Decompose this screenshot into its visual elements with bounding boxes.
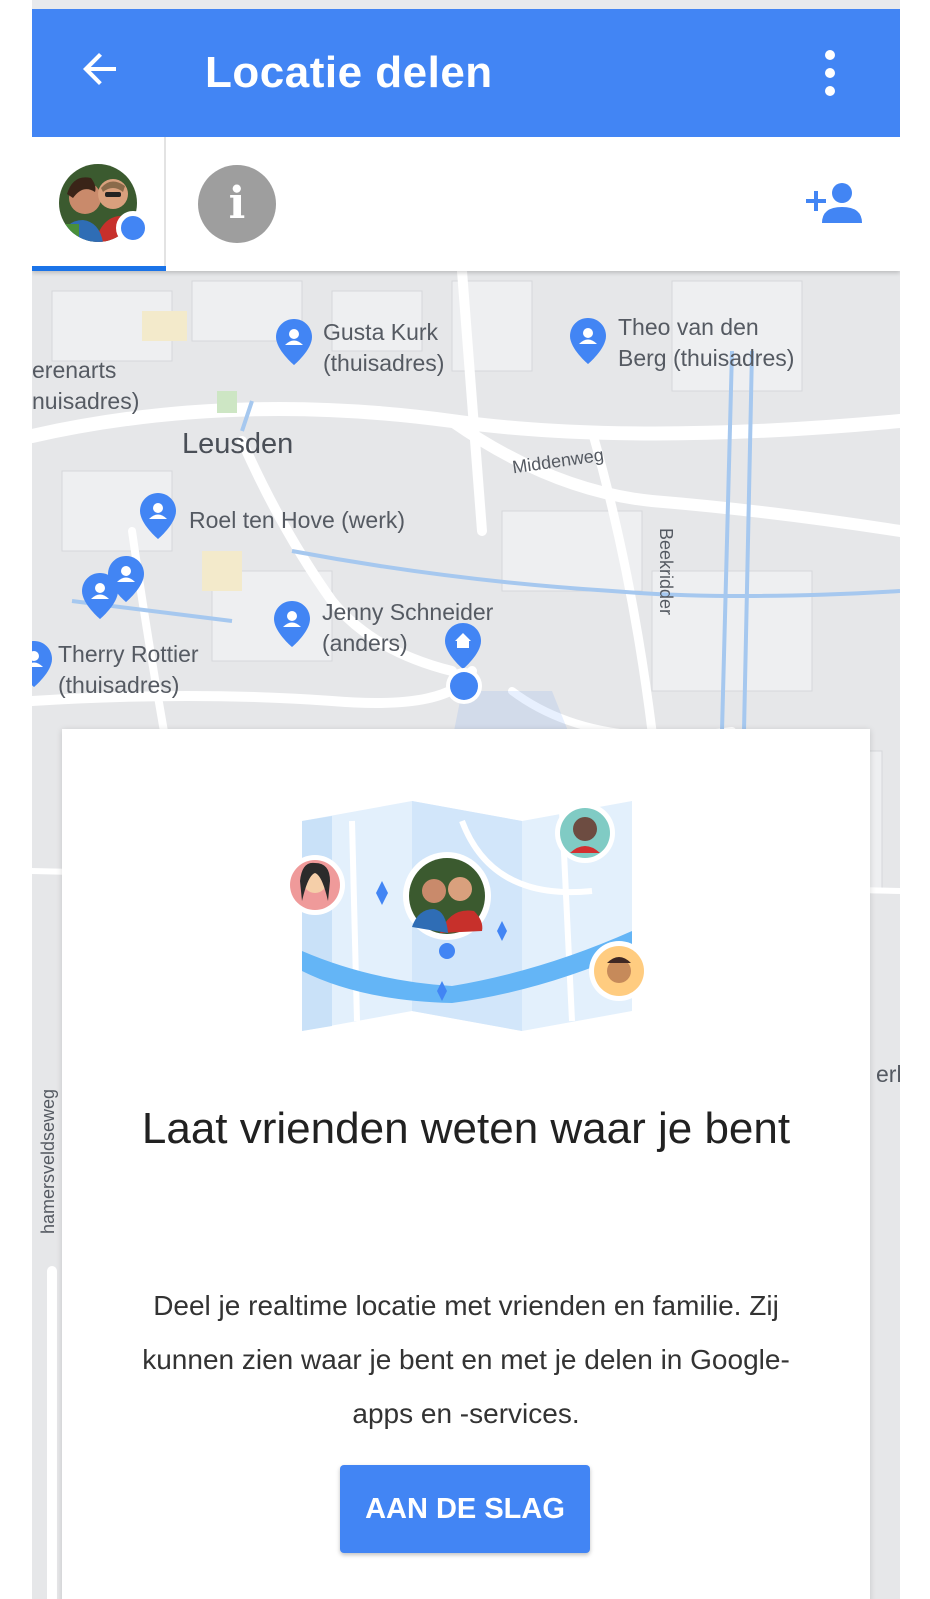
map-pin-icon[interactable]	[570, 318, 606, 364]
map-pin-icon[interactable]	[276, 319, 312, 365]
people-tab-bar: i	[32, 137, 900, 271]
sharing-map-illustration	[285, 801, 649, 1031]
road-label-west: hamersveldseweg	[38, 1088, 59, 1235]
phone-screen: Locatie delen i Gusta Kurk (thuisadres) …	[32, 0, 900, 1599]
my-location-dot[interactable]	[444, 666, 484, 706]
page-title: Locatie delen	[205, 48, 493, 97]
location-dot-badge	[116, 211, 150, 245]
map-pin-icon[interactable]	[82, 573, 118, 619]
tab-indicator	[32, 266, 166, 271]
tab-my-location[interactable]	[32, 137, 166, 271]
road-label-edge: erl	[876, 1061, 900, 1087]
location-sharing-intro-card: Laat vrienden weten waar je bent Deel je…	[62, 729, 870, 1599]
place-label-therry-rottier: Therry Rottier (thuisadres)	[58, 641, 199, 698]
place-label-theo-van-den-berg: Theo van den Berg (thuisadres)	[618, 314, 795, 371]
card-body: Deel je realtime locatie met vrienden en…	[142, 1290, 790, 1429]
place-label-gusta-kurk: Gusta Kurk (thuisadres)	[323, 319, 445, 376]
map-pin-icon[interactable]	[140, 493, 176, 539]
place-label-jenny-schneider: Jenny Schneider (anders)	[322, 599, 494, 656]
map-pin-icon[interactable]	[32, 641, 52, 687]
get-started-button[interactable]: AAN DE SLAG	[340, 1465, 590, 1553]
place-label-partial: erenarts nuisadres)	[32, 357, 140, 414]
app-bar: Locatie delen	[32, 9, 900, 137]
place-label-roel-ten-hove: Roel ten Hove (werk)	[189, 507, 406, 533]
person-add-icon[interactable]	[802, 179, 862, 227]
card-title: Laat vrienden weten waar je bent	[141, 1104, 791, 1153]
road-label-beekridder: Beekridder	[656, 527, 677, 616]
more-vert-icon[interactable]	[822, 49, 838, 97]
map-pin-icon[interactable]	[274, 601, 310, 647]
arrow-left-icon[interactable]	[76, 45, 124, 93]
info-icon[interactable]: i	[198, 165, 276, 243]
city-label: Leusden	[182, 428, 294, 460]
